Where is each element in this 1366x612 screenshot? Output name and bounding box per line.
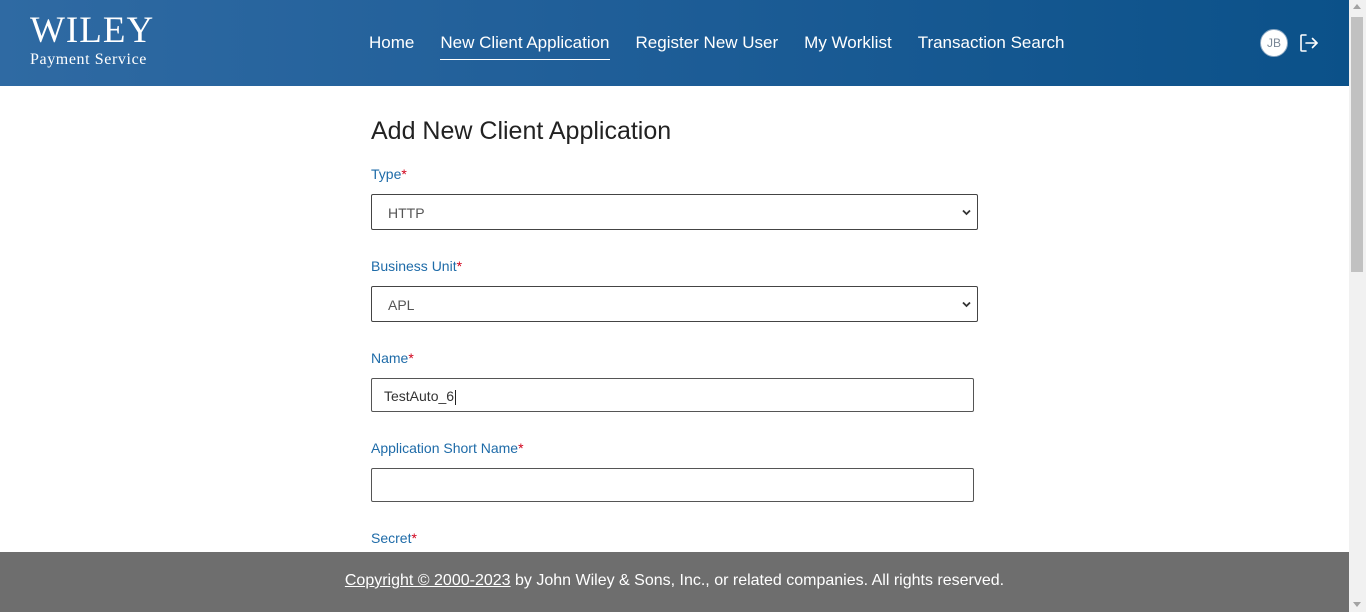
business-unit-select[interactable]: APL	[371, 286, 978, 322]
nav-home[interactable]: Home	[369, 30, 414, 60]
type-select[interactable]: HTTP	[371, 194, 978, 230]
business-unit-label-text: Business Unit	[371, 258, 457, 274]
chevron-down-icon	[962, 209, 971, 216]
copyright-rest: by John Wiley & Sons, Inc., or related c…	[510, 572, 1005, 589]
type-label: Type*	[371, 166, 407, 182]
app-header: WILEY Payment Service Home New Client Ap…	[0, 0, 1349, 86]
user-avatar[interactable]: JB	[1260, 29, 1288, 57]
page-footer: Copyright © 2000-2023 by John Wiley & So…	[0, 552, 1349, 612]
text-caret	[455, 389, 457, 405]
short-name-label-text: Application Short Name	[371, 440, 519, 456]
name-input-text: TestAuto_6	[384, 388, 455, 404]
name-input-value: TestAuto_6	[384, 388, 457, 405]
short-name-input[interactable]	[371, 468, 974, 502]
secret-label-text: Secret	[371, 530, 412, 546]
nav-register-new-user[interactable]: Register New User	[636, 30, 779, 60]
nav-transaction-search[interactable]: Transaction Search	[918, 30, 1065, 60]
main-nav: Home New Client Application Register New…	[369, 30, 1090, 60]
name-label: Name*	[371, 350, 414, 366]
required-marker: *	[408, 350, 414, 366]
wiley-logo[interactable]: WILEY Payment Service	[30, 12, 154, 69]
type-label-text: Type	[371, 166, 402, 182]
page-title: Add New Client Application	[371, 117, 672, 145]
scrollbar-thumb[interactable]	[1351, 17, 1363, 272]
short-name-label: Application Short Name*	[371, 440, 524, 456]
name-input[interactable]: TestAuto_6	[371, 378, 974, 412]
copyright-link[interactable]: Copyright © 2000-2023	[345, 572, 511, 589]
business-unit-label: Business Unit*	[371, 258, 462, 274]
nav-my-worklist[interactable]: My Worklist	[804, 30, 892, 60]
name-label-text: Name	[371, 350, 409, 366]
nav-new-client-application[interactable]: New Client Application	[440, 30, 610, 60]
required-marker: *	[518, 440, 524, 456]
required-marker: *	[456, 258, 463, 274]
type-select-value: HTTP	[388, 205, 425, 221]
required-marker: *	[411, 530, 417, 546]
page: WILEY Payment Service Home New Client Ap…	[0, 0, 1366, 612]
secret-label: Secret*	[371, 530, 417, 546]
logo-main-text: WILEY	[30, 10, 155, 51]
business-unit-select-value: APL	[388, 297, 415, 313]
vertical-scrollbar[interactable]	[1349, 0, 1366, 612]
chevron-down-icon	[962, 301, 971, 308]
logout-icon[interactable]	[1298, 32, 1320, 54]
required-marker: *	[401, 166, 407, 182]
scroll-up-arrow-icon[interactable]	[1353, 4, 1361, 9]
footer-text: Copyright © 2000-2023 by John Wiley & So…	[0, 572, 1349, 590]
scroll-down-arrow-icon[interactable]	[1353, 602, 1361, 607]
logo-sub-text: Payment Service	[30, 51, 147, 68]
